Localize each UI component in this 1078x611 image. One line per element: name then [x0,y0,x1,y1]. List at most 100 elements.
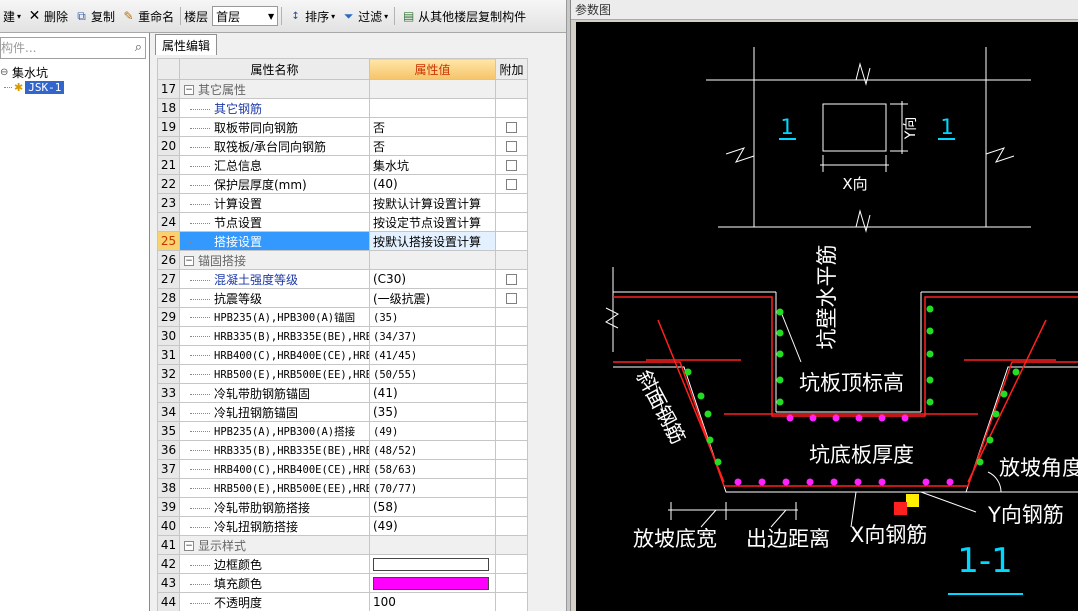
attribute-value-cell[interactable] [369,554,496,574]
color-swatch[interactable] [373,577,489,590]
extra-checkbox[interactable] [506,293,517,304]
attribute-value-cell[interactable]: (58/63) [369,459,496,479]
extra-checkbox[interactable] [506,122,517,133]
extra-checkbox[interactable] [506,274,517,285]
attribute-name-cell[interactable]: 填充颜色 [179,573,370,593]
attribute-value-cell[interactable]: (41) [369,383,496,403]
table-row[interactable]: 42 边框颜色 [157,554,528,574]
header-extra[interactable]: 附加 [495,58,528,80]
search-input[interactable] [1,38,121,58]
attribute-value-cell[interactable]: (35) [369,402,496,422]
attribute-value-cell[interactable]: (一级抗震) [369,288,496,308]
table-row[interactable]: 41− 显示样式 [157,535,528,555]
attribute-value-cell[interactable]: (50/55) [369,364,496,384]
table-row[interactable]: 25 搭接设置 按默认搭接设置计算 [157,231,528,251]
sort-button[interactable]: ↕ 排序 ▾ [285,5,338,27]
table-row[interactable]: 20 取筏板/承台同向钢筋 否 [157,136,528,156]
attribute-value-cell[interactable]: (48/52) [369,440,496,460]
attribute-value-cell[interactable] [369,98,496,118]
header-attribute-name[interactable]: 属性名称 [179,58,370,80]
attribute-name-cell[interactable]: 保护层厚度(mm) [179,174,370,194]
table-row[interactable]: 28 抗震等级 (一级抗震) [157,288,528,308]
table-row[interactable]: 32 HRB500(E),HRB500E(EE),HRBF (50/55) [157,364,528,384]
attribute-value-cell[interactable]: 按设定节点设置计算 [369,212,496,232]
table-row[interactable]: 35 HPB235(A),HPB300(A)搭接 (49) [157,421,528,441]
collapse-icon[interactable]: − [184,85,194,95]
attribute-value-cell[interactable] [369,79,496,99]
table-row[interactable]: 33 冷轧带肋钢筋锚固 (41) [157,383,528,403]
table-row[interactable]: 40 冷轧扭钢筋搭接 (49) [157,516,528,536]
table-row[interactable]: 27 混凝土强度等级 (C30) [157,269,528,289]
attribute-value-cell[interactable]: (41/45) [369,345,496,365]
table-row[interactable]: 21 汇总信息 集水坑 [157,155,528,175]
attribute-value-cell[interactable] [369,250,496,270]
copy-from-floor-button[interactable]: ▤ 从其他楼层复制构件 [398,5,529,27]
attribute-name-cell[interactable]: 取筏板/承台同向钢筋 [179,136,370,156]
table-row[interactable]: 24 节点设置 按设定节点设置计算 [157,212,528,232]
attribute-value-cell[interactable]: (34/37) [369,326,496,346]
table-row[interactable]: 22 保护层厚度(mm) (40) [157,174,528,194]
attribute-name-cell[interactable]: 冷轧带肋钢筋搭接 [179,497,370,517]
attribute-value-cell[interactable]: (C30) [369,269,496,289]
extra-checkbox[interactable] [506,179,517,190]
floor-select[interactable]: 首层 ▼ [212,6,279,26]
attribute-name-cell[interactable]: 不透明度 [179,592,370,611]
attribute-name-cell[interactable]: 冷轧带肋钢筋锚固 [179,383,370,403]
attribute-value-cell[interactable]: 否 [369,136,496,156]
color-swatch[interactable] [373,558,489,571]
attribute-value-cell[interactable]: 集水坑 [369,155,496,175]
table-row[interactable]: 39 冷轧带肋钢筋搭接 (58) [157,497,528,517]
new-button[interactable]: 建 ▾ [0,5,24,27]
attribute-name-cell[interactable]: 边框颜色 [179,554,370,574]
attribute-name-cell[interactable]: HRB500(E),HRB500E(EE),HRBF [179,364,370,384]
attribute-name-cell[interactable]: 抗震等级 [179,288,370,308]
table-row[interactable]: 17− 其它属性 [157,79,528,99]
tab-property-edit[interactable]: 属性编辑 [155,34,218,55]
table-row[interactable]: 23 计算设置 按默认计算设置计算 [157,193,528,213]
attribute-name-cell[interactable]: 搭接设置 [179,231,370,251]
table-row[interactable]: 26− 锚固搭接 [157,250,528,270]
attribute-name-cell[interactable]: 节点设置 [179,212,370,232]
tree-node-jsk-1[interactable]: ✱ JSK-1 [4,81,65,94]
attribute-value-cell[interactable]: (49) [369,421,496,441]
collapse-icon[interactable]: − [184,256,194,266]
attribute-value-cell[interactable]: (58) [369,497,496,517]
table-row[interactable]: 37 HRB400(C),HRB400E(CE),HRBF (58/63) [157,459,528,479]
attribute-name-cell[interactable]: HPB235(A),HPB300(A)搭接 [179,421,370,441]
table-row[interactable]: 36 HRB335(B),HRB335E(BE),HRBF (48/52) [157,440,528,460]
extra-checkbox[interactable] [506,160,517,171]
attribute-name-cell[interactable]: HRB500(E),HRB500E(EE),HRBF [179,478,370,498]
table-row[interactable]: 38 HRB500(E),HRB500E(EE),HRBF (70/77) [157,478,528,498]
attribute-value-cell[interactable] [369,573,496,593]
table-row[interactable]: 31 HRB400(C),HRB400E(CE),HRBF (41/45) [157,345,528,365]
attribute-value-cell[interactable]: 按默认搭接设置计算 [369,231,496,251]
attribute-value-cell[interactable]: 100 [369,592,496,611]
table-row[interactable]: 19 取板带同向钢筋 否 [157,117,528,137]
attribute-name-cell[interactable]: 冷轧扭钢筋搭接 [179,516,370,536]
attribute-name-cell[interactable]: HRB335(B),HRB335E(BE),HRBF [179,440,370,460]
table-row[interactable]: 44 不透明度 100 [157,592,528,611]
attribute-name-cell[interactable]: − 锚固搭接 [179,250,370,270]
copy-button[interactable]: ⧉ 复制 [71,5,118,27]
attribute-name-cell[interactable]: HRB400(C),HRB400E(CE),HRBF [179,345,370,365]
table-row[interactable]: 18 其它钢筋 [157,98,528,118]
filter-button[interactable]: ⏷ 过滤 ▾ [338,5,391,27]
table-row[interactable]: 43 填充颜色 [157,573,528,593]
rename-button[interactable]: ✎ 重命名 [118,5,177,27]
attribute-name-cell[interactable]: 冷轧扭钢筋锚固 [179,402,370,422]
extra-checkbox[interactable] [506,141,517,152]
header-attribute-value[interactable]: 属性值 [369,58,496,80]
search-icon[interactable]: ⌕ [135,40,142,55]
tree-node-sump-pit[interactable]: ⊖ 集水坑 [0,64,48,81]
attribute-name-cell[interactable]: 其它钢筋 [179,98,370,118]
attribute-name-cell[interactable]: 计算设置 [179,193,370,213]
attribute-value-cell[interactable]: (35) [369,307,496,327]
delete-button[interactable]: ✕ 删除 [24,5,71,27]
attribute-value-cell[interactable]: (70/77) [369,478,496,498]
attribute-name-cell[interactable]: − 显示样式 [179,535,370,555]
table-row[interactable]: 34 冷轧扭钢筋锚固 (35) [157,402,528,422]
table-row[interactable]: 30 HRB335(B),HRB335E(BE),HRBF (34/37) [157,326,528,346]
attribute-name-cell[interactable]: − 其它属性 [179,79,370,99]
attribute-value-cell[interactable]: 否 [369,117,496,137]
collapse-icon[interactable]: − [184,541,194,551]
